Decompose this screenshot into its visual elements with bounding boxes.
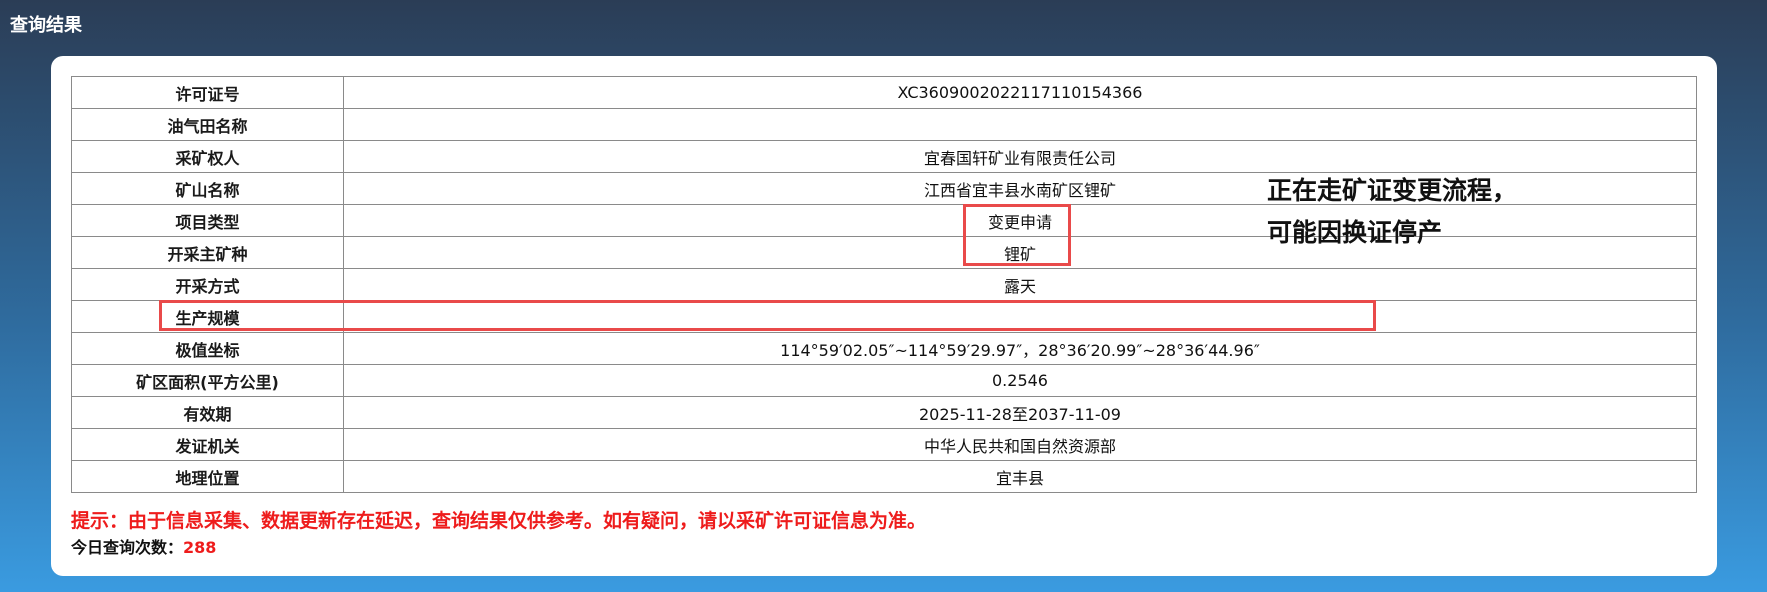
value-license-number: XC3609002022117110154366 <box>343 76 1697 109</box>
value-extreme-coordinates: 114°59′02.05″~114°59′29.97″，28°36′20.99″… <box>343 332 1697 365</box>
page-title: 查询结果 <box>10 15 82 36</box>
value-validity-period: 2025-11-28至2037-11-09 <box>343 396 1697 429</box>
table-row-license-number: 许可证号 XC3609002022117110154366 <box>71 76 1697 109</box>
notice-text: 提示：由于信息采集、数据更新存在延迟，查询结果仅供参考。如有疑问，请以采矿许可证… <box>71 510 927 532</box>
label-main-mineral: 开采主矿种 <box>71 236 344 269</box>
label-project-type: 项目类型 <box>71 204 344 237</box>
value-production-scale <box>343 300 1697 333</box>
query-count-value: 288 <box>183 538 217 557</box>
label-issuing-authority: 发证机关 <box>71 428 344 461</box>
annotation-line-1: 正在走矿证变更流程， <box>1267 176 1518 205</box>
result-card: 许可证号 XC3609002022117110154366 油气田名称 采矿权人… <box>51 56 1717 576</box>
table-row-oilfield-name: 油气田名称 <box>71 108 1697 141</box>
label-validity-period: 有效期 <box>71 396 344 429</box>
label-geographic-location: 地理位置 <box>71 460 344 493</box>
annotation-note: 正在走矿证变更流程， 可能因换证停产 <box>1267 170 1517 254</box>
value-issuing-authority: 中华人民共和国自然资源部 <box>343 428 1697 461</box>
table-row-mining-area: 矿区面积(平方公里) 0.2546 <box>71 364 1697 397</box>
table-row-validity-period: 有效期 2025-11-28至2037-11-09 <box>71 396 1697 429</box>
value-geographic-location: 宜丰县 <box>343 460 1697 493</box>
query-count-label: 今日查询次数： <box>71 538 184 557</box>
label-mining-area: 矿区面积(平方公里) <box>71 364 344 397</box>
query-count: 今日查询次数：288 <box>71 534 216 558</box>
table-row-geographic-location: 地理位置 宜丰县 <box>71 460 1697 493</box>
table-row-mining-right-holder: 采矿权人 宜春国轩矿业有限责任公司 <box>71 140 1697 173</box>
label-oilfield-name: 油气田名称 <box>71 108 344 141</box>
label-license-number: 许可证号 <box>71 76 344 109</box>
label-mine-name: 矿山名称 <box>71 172 344 205</box>
value-mining-right-holder: 宜春国轩矿业有限责任公司 <box>343 140 1697 173</box>
value-mining-method: 露天 <box>343 268 1697 301</box>
label-production-scale: 生产规模 <box>71 300 344 333</box>
label-mining-right-holder: 采矿权人 <box>71 140 344 173</box>
table-row-issuing-authority: 发证机关 中华人民共和国自然资源部 <box>71 428 1697 461</box>
result-table: 许可证号 XC3609002022117110154366 油气田名称 采矿权人… <box>71 76 1697 493</box>
table-row-mining-method: 开采方式 露天 <box>71 268 1697 301</box>
value-mining-area: 0.2546 <box>343 364 1697 397</box>
annotation-line-2: 可能因换证停产 <box>1267 218 1443 247</box>
table-row-production-scale: 生产规模 <box>71 300 1697 333</box>
label-mining-method: 开采方式 <box>71 268 344 301</box>
value-oilfield-name <box>343 108 1697 141</box>
label-extreme-coordinates: 极值坐标 <box>71 332 344 365</box>
table-row-extreme-coordinates: 极值坐标 114°59′02.05″~114°59′29.97″，28°36′2… <box>71 332 1697 365</box>
